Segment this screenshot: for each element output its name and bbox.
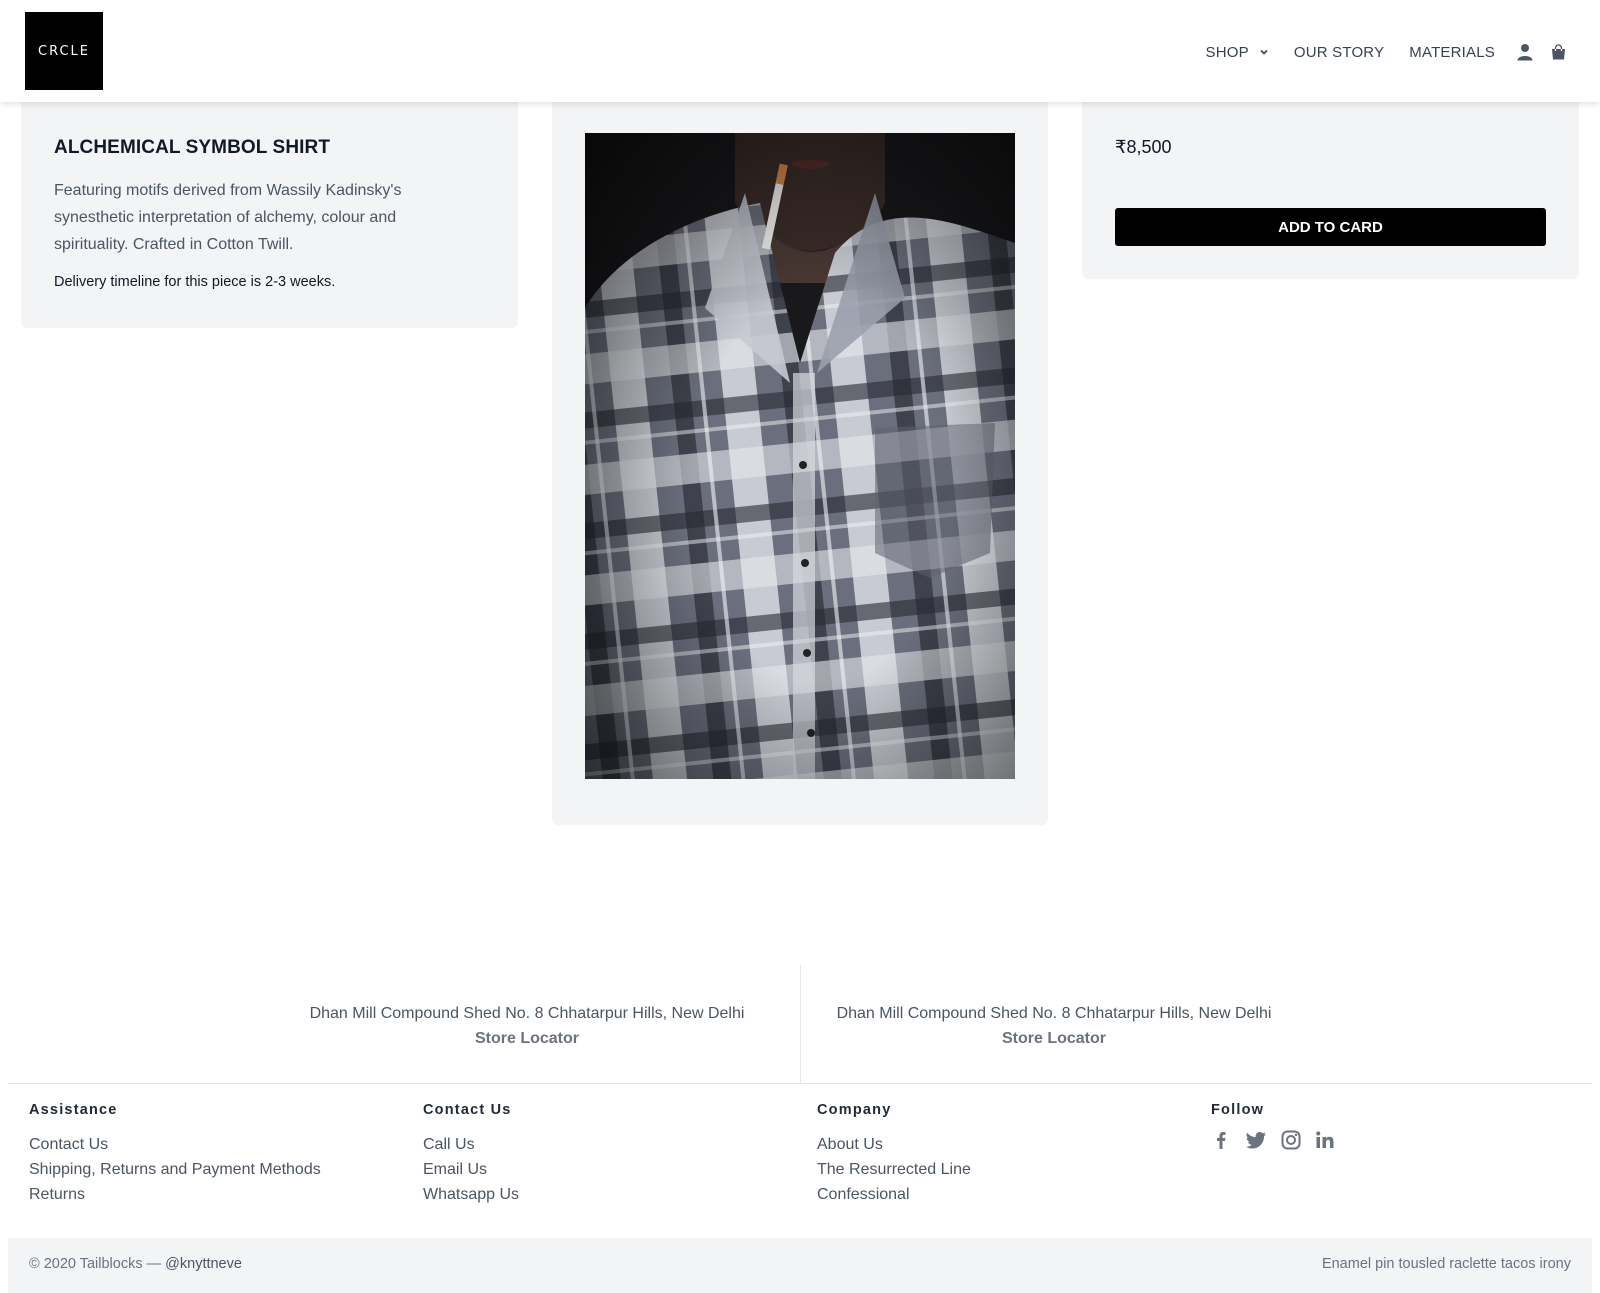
nav-shop-label: SHOP [1205, 43, 1249, 61]
footer-heading: Assistance [29, 1102, 118, 1118]
footer-link-shipping[interactable]: Shipping, Returns and Payment Methods [29, 1157, 321, 1182]
shopping-bag-icon[interactable] [1551, 44, 1566, 60]
copyright-label: © 2020 Tailblocks — [29, 1256, 162, 1272]
product-image-card [552, 95, 1048, 825]
footer-link-confessional[interactable]: Confessional [817, 1182, 971, 1207]
footer-link-about-us[interactable]: About Us [817, 1132, 971, 1157]
logo-text: CRCLE [38, 43, 90, 59]
product-description: Featuring motifs derived from Wassily Ka… [54, 182, 402, 253]
store-address: Dhan Mill Compound Shed No. 8 Chhatarpur… [836, 1005, 1272, 1022]
store-block: Dhan Mill Compound Shed No. 8 Chhatarpur… [814, 1001, 1294, 1051]
purchase-card: ₹8,500 ADD TO CARD [1082, 95, 1579, 279]
store-locator-link[interactable]: Store Locator [814, 1026, 1294, 1051]
brand-logo[interactable]: CRCLE [25, 12, 103, 90]
footer-link-returns[interactable]: Returns [29, 1182, 321, 1207]
facebook-icon[interactable] [1211, 1130, 1231, 1150]
linkedin-icon[interactable] [1315, 1130, 1335, 1150]
copyright-text: © 2020 Tailblocks — @knyttneve [29, 1256, 242, 1272]
footer-link-resurrected-line[interactable]: The Resurrected Line [817, 1157, 971, 1182]
product-info-card: ALCHEMICAL SYMBOL SHIRT Featuring motifs… [21, 95, 518, 328]
social-links [1211, 1130, 1349, 1150]
add-to-cart-button[interactable]: ADD TO CARD [1115, 208, 1546, 246]
site-header: CRCLE SHOP OUR STORY MATERIALS [0, 0, 1600, 102]
author-handle-link[interactable]: @knyttneve [165, 1256, 242, 1272]
footer-tagline: Enamel pin tousled raclette tacos irony [1321, 1256, 1571, 1272]
main-nav: SHOP OUR STORY MATERIALS [1206, 0, 1566, 104]
nav-our-story[interactable]: OUR STORY [1294, 44, 1384, 61]
delivery-note: Delivery timeline for this piece is 2-3 … [54, 274, 336, 290]
product-title: ALCHEMICAL SYMBOL SHIRT [54, 137, 331, 158]
store-address: Dhan Mill Compound Shed No. 8 Chhatarpur… [309, 1005, 745, 1022]
product-image [585, 133, 1015, 779]
store-locator-link[interactable]: Store Locator [287, 1026, 767, 1051]
copyright-bar: © 2020 Tailblocks — @knyttneve Enamel pi… [8, 1238, 1592, 1293]
chevron-down-icon [1259, 47, 1269, 57]
footer-company: Company About Us The Resurrected Line Co… [817, 1102, 971, 1207]
footer-link-email-us[interactable]: Email Us [423, 1157, 519, 1182]
footer-divider [8, 1083, 1592, 1084]
footer-contact: Contact Us Call Us Email Us Whatsapp Us [423, 1102, 519, 1207]
twitter-icon[interactable] [1245, 1130, 1267, 1150]
store-block: Dhan Mill Compound Shed No. 8 Chhatarpur… [287, 1001, 767, 1051]
footer-link-whatsapp-us[interactable]: Whatsapp Us [423, 1182, 519, 1207]
footer-assistance: Assistance Contact Us Shipping, Returns … [29, 1102, 321, 1207]
user-icon[interactable] [1517, 43, 1533, 61]
footer-follow: Follow [1211, 1102, 1349, 1150]
footer-link-contact-us[interactable]: Contact Us [29, 1132, 321, 1157]
nav-materials[interactable]: MATERIALS [1409, 44, 1495, 61]
footer-heading: Contact Us [423, 1102, 512, 1118]
nav-shop[interactable]: SHOP [1206, 44, 1269, 61]
footer-heading: Follow [1211, 1102, 1265, 1118]
instagram-icon[interactable] [1281, 1130, 1301, 1150]
footer-link-call-us[interactable]: Call Us [423, 1132, 519, 1157]
product-price: ₹8,500 [1115, 137, 1172, 157]
footer-heading: Company [817, 1102, 892, 1118]
store-divider [800, 965, 801, 1083]
